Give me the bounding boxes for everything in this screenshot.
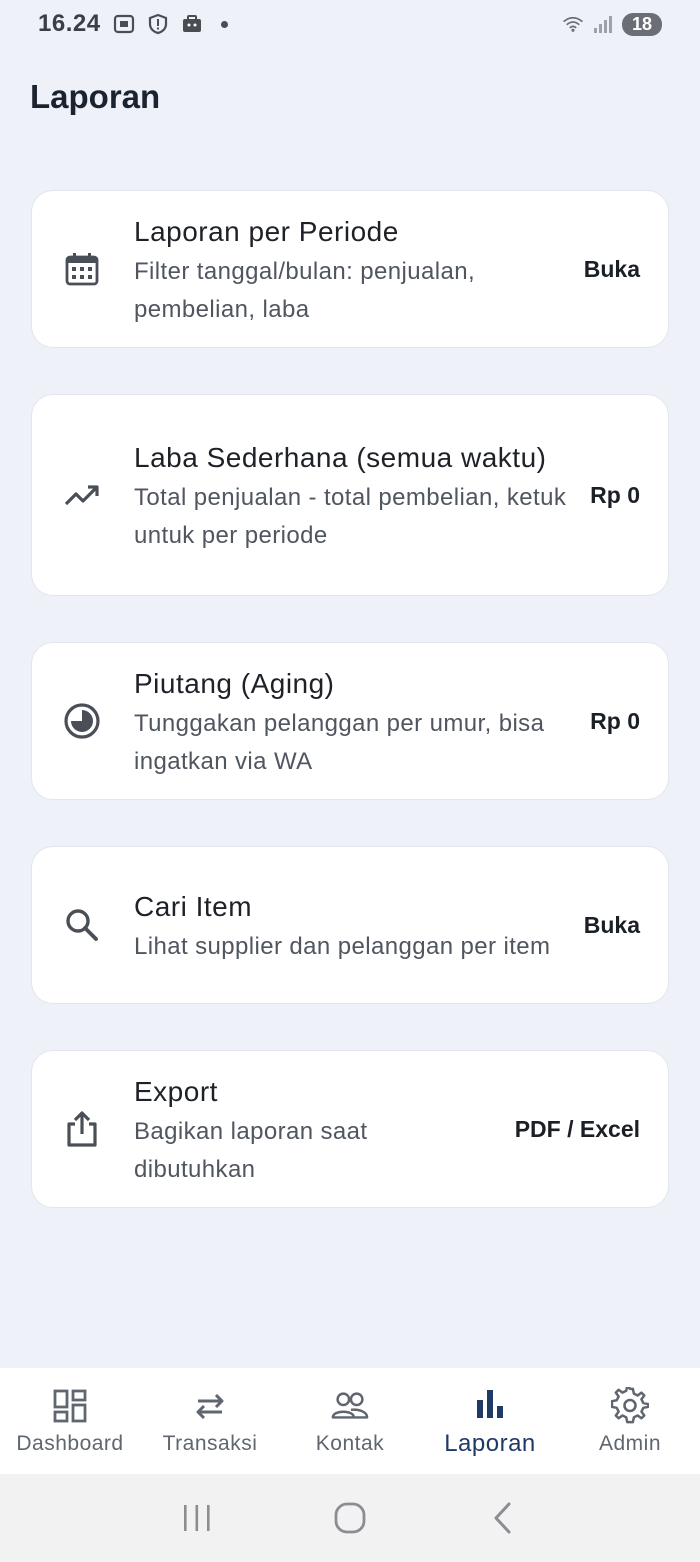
card-subtitle: Tunggakan pelanggan per umur, bisa ingat… [134, 709, 545, 775]
signal-icon [592, 13, 614, 35]
card-title: Export [134, 1075, 218, 1107]
bottom-nav: Dashboard Transaksi Kontak Laporan Admin [0, 1368, 700, 1474]
nav-item-kontak[interactable]: Kontak [280, 1368, 420, 1474]
page-title: Laporan [30, 78, 161, 115]
system-nav-bar [0, 1474, 700, 1562]
card-value: Rp 0 [590, 707, 640, 734]
card-export[interactable]: Export Bagikan laporan saat dibutuhkan P… [31, 1050, 669, 1208]
battery-indicator: 18 [622, 12, 662, 36]
trending-up-icon [62, 475, 102, 515]
people-icon [330, 1386, 370, 1426]
share-upload-icon [62, 1109, 102, 1149]
card-title: Laba Sederhana (semua waktu) [134, 441, 547, 473]
card-subtitle: Total penjualan - total pembelian, ketuk… [134, 483, 567, 549]
dashboard-icon [50, 1386, 90, 1426]
card-body: Piutang (Aging) Tunggakan pelanggan per … [134, 662, 570, 781]
card-body: Laba Sederhana (semua waktu) Total penju… [134, 436, 570, 555]
card-body: Laporan per Periode Filter tanggal/bulan… [134, 210, 564, 329]
status-bar: 16.24 18 [0, 0, 700, 48]
nav-item-admin[interactable]: Admin [560, 1368, 700, 1474]
nav-item-transaksi[interactable]: Transaksi [140, 1368, 280, 1474]
card-title: Laporan per Periode [134, 215, 399, 247]
wifi-icon [562, 13, 584, 35]
nav-item-laporan[interactable]: Laporan [420, 1368, 560, 1474]
card-title: Cari Item [134, 890, 253, 922]
back-button[interactable] [473, 1493, 533, 1543]
gear-icon [610, 1386, 650, 1426]
card-value: Rp 0 [590, 481, 640, 508]
card-laba-sederhana[interactable]: Laba Sederhana (semua waktu) Total penju… [31, 394, 669, 596]
search-icon [62, 905, 102, 945]
card-subtitle: Filter tanggal/bulan: penjualan, pembeli… [134, 257, 476, 323]
swap-arrows-icon [190, 1386, 230, 1426]
status-left: 16.24 [38, 10, 228, 38]
shield-alert-icon [147, 13, 169, 35]
bar-chart-icon [470, 1384, 510, 1424]
report-card-list: Laporan per Periode Filter tanggal/bulan… [31, 190, 669, 1254]
nav-label: Dashboard [16, 1432, 124, 1455]
card-action[interactable]: Buka [584, 256, 640, 283]
work-bag-icon [181, 13, 203, 35]
nav-label: Transaksi [162, 1432, 258, 1455]
card-body: Export Bagikan laporan saat dibutuhkan [134, 1070, 495, 1189]
card-cari-item[interactable]: Cari Item Lihat supplier dan pelanggan p… [31, 846, 669, 1004]
card-subtitle: Bagikan laporan saat dibutuhkan [134, 1117, 368, 1183]
card-laporan-periode[interactable]: Laporan per Periode Filter tanggal/bulan… [31, 190, 669, 348]
nav-label: Admin [598, 1432, 662, 1455]
nav-label: Laporan [444, 1430, 536, 1457]
card-piutang-aging[interactable]: Piutang (Aging) Tunggakan pelanggan per … [31, 642, 669, 800]
nav-label: Kontak [315, 1432, 385, 1455]
status-time: 16.24 [38, 10, 101, 37]
status-right: 18 [562, 12, 662, 36]
card-title: Piutang (Aging) [134, 667, 335, 699]
pie-clock-icon [62, 701, 102, 741]
nav-item-dashboard[interactable]: Dashboard [0, 1368, 140, 1474]
card-body: Cari Item Lihat supplier dan pelanggan p… [134, 885, 564, 966]
home-button[interactable] [320, 1493, 380, 1543]
recent-apps-button[interactable] [167, 1493, 227, 1543]
notification-dot-icon [220, 20, 228, 28]
card-action[interactable]: PDF / Excel [515, 1116, 640, 1143]
card-subtitle: Lihat supplier dan pelanggan per item [134, 932, 551, 960]
calendar-icon [62, 249, 102, 289]
screenshot-icon [113, 13, 135, 35]
card-action[interactable]: Buka [584, 912, 640, 939]
